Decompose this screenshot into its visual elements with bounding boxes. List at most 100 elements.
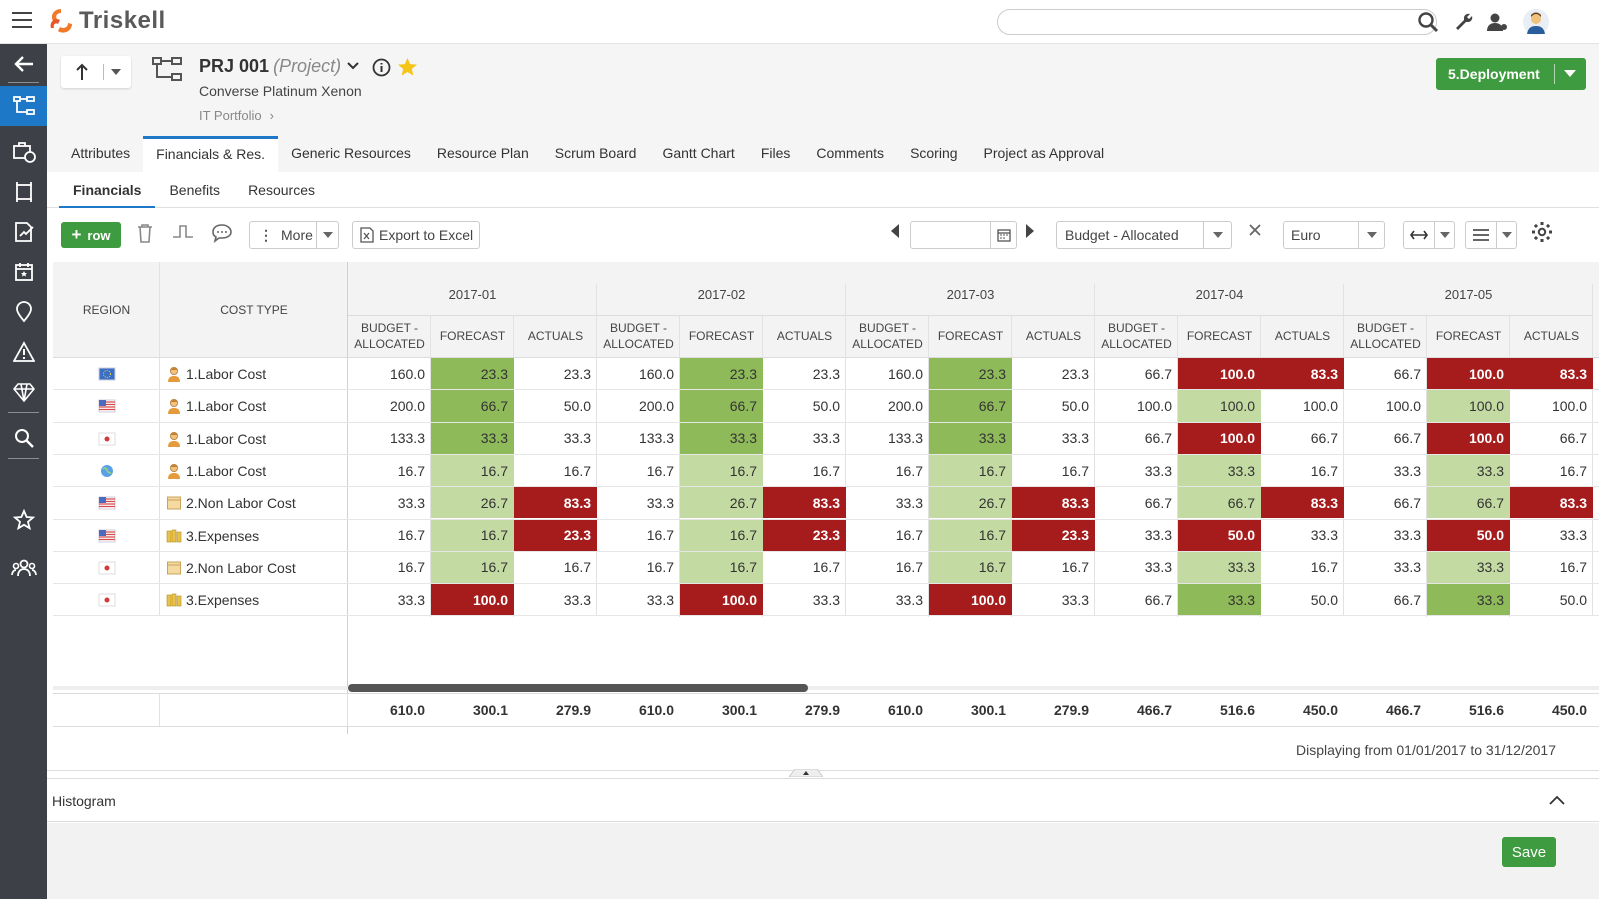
tab-resource-plan[interactable]: Resource Plan bbox=[424, 136, 542, 172]
value-cell[interactable]: 16.7 bbox=[1261, 455, 1344, 486]
value-cell[interactable]: 66.7 bbox=[1344, 487, 1427, 518]
value-cell[interactable]: 83.3 bbox=[1261, 358, 1344, 390]
value-cell[interactable]: 16.7 bbox=[929, 519, 1012, 551]
cost-type-cell[interactable]: 1.Labor Cost bbox=[160, 358, 348, 390]
value-cell[interactable]: 16.7 bbox=[597, 520, 680, 551]
value-cell[interactable]: 66.7 bbox=[1427, 487, 1510, 519]
cost-type-cell[interactable]: 1.Labor Cost bbox=[160, 423, 348, 455]
value-cell[interactable]: 66.7 bbox=[680, 390, 763, 422]
value-cell[interactable]: 100.0 bbox=[1427, 422, 1510, 454]
value-cell[interactable]: 33.3 bbox=[1427, 454, 1510, 487]
value-cell[interactable]: 66.7 bbox=[431, 390, 514, 422]
breadcrumb[interactable]: IT Portfolio › bbox=[199, 108, 274, 123]
value-cell[interactable]: 200.0 bbox=[846, 390, 929, 421]
column-header-budget-allocated[interactable]: BUDGET - ALLOCATED bbox=[348, 314, 431, 358]
region-cell[interactable] bbox=[53, 552, 160, 584]
more-dropdown[interactable]: ⋮ More bbox=[249, 221, 339, 249]
value-cell[interactable]: 100.0 bbox=[1427, 358, 1510, 390]
horizontal-scroll-track[interactable] bbox=[53, 686, 1599, 690]
user-admin-icon[interactable] bbox=[1486, 10, 1510, 34]
value-cell[interactable]: 33.3 bbox=[348, 584, 431, 615]
value-cell[interactable]: 16.7 bbox=[431, 519, 514, 551]
value-cell[interactable]: 23.3 bbox=[514, 358, 597, 389]
nav-boards[interactable] bbox=[0, 172, 47, 212]
value-cell[interactable]: 200.0 bbox=[348, 390, 431, 421]
value-cell[interactable]: 33.3 bbox=[1012, 584, 1095, 615]
tab-scrum-board[interactable]: Scrum Board bbox=[542, 136, 650, 172]
value-cell[interactable]: 66.7 bbox=[1344, 423, 1427, 454]
chevron-down-icon[interactable] bbox=[1203, 222, 1231, 248]
value-cell[interactable]: 66.7 bbox=[1178, 487, 1261, 519]
value-cell[interactable]: 33.3 bbox=[1012, 423, 1095, 454]
value-cell[interactable]: 100.0 bbox=[1427, 390, 1510, 422]
calendar-icon[interactable] bbox=[990, 222, 1016, 248]
value-cell[interactable]: 83.3 bbox=[1012, 487, 1095, 519]
value-cell[interactable]: 16.7 bbox=[929, 551, 1012, 584]
chevron-down-icon[interactable] bbox=[347, 62, 359, 70]
value-cell[interactable]: 33.3 bbox=[1344, 455, 1427, 486]
cost-type-cell[interactable]: 1.Labor Cost bbox=[160, 455, 348, 487]
column-header-actuals[interactable]: ACTUALS bbox=[763, 314, 846, 358]
region-cell[interactable] bbox=[53, 520, 160, 552]
value-cell[interactable]: 33.3 bbox=[1178, 551, 1261, 584]
value-cell[interactable]: 33.3 bbox=[846, 487, 929, 518]
split-icon[interactable] bbox=[172, 222, 194, 244]
column-header-forecast[interactable]: FORECAST bbox=[680, 314, 763, 358]
value-cell[interactable]: 23.3 bbox=[514, 519, 597, 551]
value-cell[interactable]: 33.3 bbox=[514, 423, 597, 454]
global-search-input[interactable] bbox=[997, 9, 1437, 35]
value-cell[interactable]: 133.3 bbox=[348, 423, 431, 454]
nav-reports[interactable] bbox=[0, 212, 47, 252]
settings-gear-icon[interactable] bbox=[1531, 221, 1553, 243]
value-cell[interactable]: 33.3 bbox=[929, 422, 1012, 454]
value-cell[interactable]: 16.7 bbox=[597, 455, 680, 486]
column-header-forecast[interactable]: FORECAST bbox=[929, 314, 1012, 358]
value-cell[interactable]: 133.3 bbox=[846, 423, 929, 454]
column-header-forecast[interactable]: FORECAST bbox=[1427, 314, 1510, 358]
date-input[interactable] bbox=[910, 221, 1017, 249]
value-cell[interactable]: 26.7 bbox=[680, 487, 763, 519]
value-cell[interactable]: 16.7 bbox=[1012, 455, 1095, 486]
value-cell[interactable]: 33.3 bbox=[1095, 520, 1178, 551]
value-cell[interactable]: 16.7 bbox=[514, 455, 597, 486]
value-cell[interactable]: 50.0 bbox=[514, 390, 597, 421]
value-cell[interactable]: 33.3 bbox=[1427, 551, 1510, 584]
clear-icon[interactable] bbox=[1249, 224, 1261, 236]
column-header-budget-allocated[interactable]: BUDGET - ALLOCATED bbox=[1344, 314, 1427, 358]
nav-teams[interactable] bbox=[0, 548, 47, 588]
value-cell[interactable]: 16.7 bbox=[597, 552, 680, 583]
column-header-forecast[interactable]: FORECAST bbox=[431, 314, 514, 358]
column-header-actuals[interactable]: ACTUALS bbox=[514, 314, 597, 358]
column-header-budget-allocated[interactable]: BUDGET - ALLOCATED bbox=[846, 314, 929, 358]
value-cell[interactable]: 83.3 bbox=[1261, 487, 1344, 519]
value-cell[interactable]: 16.7 bbox=[1510, 455, 1593, 486]
column-header-actuals[interactable]: ACTUALS bbox=[1012, 314, 1095, 358]
tab-comments[interactable]: Comments bbox=[803, 136, 897, 172]
value-cell[interactable]: 83.3 bbox=[514, 487, 597, 519]
value-cell[interactable]: 83.3 bbox=[763, 487, 846, 519]
value-cell[interactable]: 100.0 bbox=[1261, 390, 1344, 421]
value-cell[interactable]: 33.3 bbox=[514, 584, 597, 615]
value-cell[interactable]: 16.7 bbox=[514, 552, 597, 583]
value-cell[interactable]: 16.7 bbox=[680, 551, 763, 584]
value-cell[interactable]: 33.3 bbox=[1178, 584, 1261, 616]
nav-risks[interactable] bbox=[0, 332, 47, 372]
nav-favorites[interactable] bbox=[0, 500, 47, 540]
cost-type-cell[interactable]: 2.Non Labor Cost bbox=[160, 487, 348, 519]
value-cell[interactable]: 16.7 bbox=[763, 552, 846, 583]
tab-gantt-chart[interactable]: Gantt Chart bbox=[649, 136, 747, 172]
chevron-down-icon[interactable] bbox=[1496, 222, 1516, 248]
value-cell[interactable]: 66.7 bbox=[1095, 358, 1178, 389]
value-cell[interactable]: 100.0 bbox=[1095, 390, 1178, 421]
nav-back[interactable] bbox=[0, 44, 47, 84]
tab-financials-res-[interactable]: Financials & Res. bbox=[143, 136, 279, 172]
column-header-actuals[interactable]: ACTUALS bbox=[1510, 314, 1593, 358]
value-cell[interactable]: 16.7 bbox=[846, 520, 929, 551]
add-row-button[interactable]: + row bbox=[61, 222, 121, 248]
tab-project-as-approval[interactable]: Project as Approval bbox=[971, 136, 1118, 172]
panel-splitter[interactable] bbox=[47, 769, 1599, 777]
value-cell[interactable]: 33.3 bbox=[1095, 552, 1178, 583]
value-cell[interactable]: 33.3 bbox=[597, 487, 680, 518]
wrench-icon[interactable] bbox=[1452, 10, 1476, 34]
value-cell[interactable]: 66.7 bbox=[1095, 487, 1178, 518]
